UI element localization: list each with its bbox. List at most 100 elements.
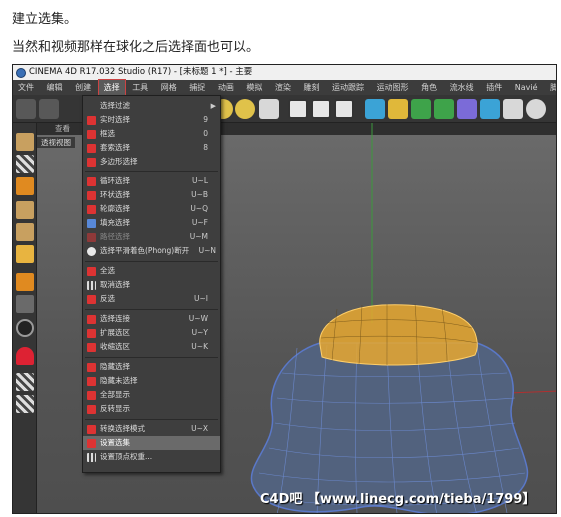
model-mode-icon[interactable] bbox=[16, 155, 34, 173]
menu-item-grow-selection[interactable]: 扩展选区 U~Y bbox=[83, 326, 220, 340]
light-icon[interactable] bbox=[526, 99, 546, 119]
snap-magnet-icon[interactable] bbox=[16, 347, 34, 365]
menu-navie[interactable]: Navié bbox=[510, 80, 543, 95]
menu-motion-tracking[interactable]: 运动跟踪 bbox=[327, 80, 369, 95]
menu-item-phong-break[interactable]: 选择平滑着色(Phong)断开 U~N bbox=[83, 244, 220, 258]
menu-item-label: 套索选择 bbox=[100, 143, 130, 152]
menu-item-polygon-select[interactable]: 多边形选择 bbox=[83, 155, 220, 169]
undo-icon[interactable] bbox=[16, 99, 36, 119]
menu-item-label: 隐藏未选择 bbox=[100, 376, 138, 385]
menu-render[interactable]: 渲染 bbox=[270, 80, 296, 95]
polygons-mode-icon[interactable] bbox=[16, 245, 34, 263]
render-picture-viewer-icon[interactable] bbox=[311, 99, 331, 119]
caption-line-1: 建立选集。 bbox=[12, 12, 78, 27]
menu-item-rectangle-select[interactable]: 框选 0 bbox=[83, 127, 220, 141]
menu-item-select-connected[interactable]: 选择连接 U~W bbox=[83, 312, 220, 326]
menu-item-invert-visibility[interactable]: 反转显示 bbox=[83, 402, 220, 416]
menu-pipeline[interactable]: 流水线 bbox=[445, 80, 479, 95]
menu-item-label: 轮廓选择 bbox=[100, 204, 130, 213]
menu-item-hide-selected[interactable]: 隐藏选择 bbox=[83, 360, 220, 374]
menu-item-shortcut: U~K bbox=[191, 342, 208, 351]
menu-item-label: 反转显示 bbox=[100, 404, 130, 413]
set-selection-icon bbox=[87, 439, 96, 448]
menu-item-label: 环状选择 bbox=[100, 190, 130, 199]
menu-item-convert-selection[interactable]: 转换选择模式 U~X bbox=[83, 422, 220, 436]
floor-icon[interactable] bbox=[480, 99, 500, 119]
menu-item-shrink-selection[interactable]: 收缩选区 U~K bbox=[83, 340, 220, 354]
cinema4d-screenshot: CINEMA 4D R17.032 Studio (R17) - [未标题 1 … bbox=[12, 64, 557, 514]
redo-icon[interactable] bbox=[39, 99, 59, 119]
menu-divider bbox=[85, 309, 218, 310]
menu-select[interactable]: 选择 bbox=[97, 79, 126, 96]
menu-item-shortcut: U~Q bbox=[190, 204, 208, 213]
menu-item-live-select[interactable]: 实时选择 9 bbox=[83, 113, 220, 127]
menu-plugins[interactable]: 插件 bbox=[481, 80, 507, 95]
array-icon[interactable] bbox=[434, 99, 454, 119]
menu-item-label: 设置选集 bbox=[100, 438, 130, 447]
menu-item-path-select[interactable]: 路径选择 U~M bbox=[83, 230, 220, 244]
grow-select-icon bbox=[87, 329, 96, 338]
menu-tools[interactable]: 工具 bbox=[127, 80, 153, 95]
menu-item-set-selection[interactable]: 设置选集 bbox=[83, 436, 220, 450]
texture-mode-icon[interactable] bbox=[16, 177, 34, 195]
menu-item-shortcut: 9 bbox=[203, 115, 208, 124]
menu-item-deselect-all[interactable]: 取消选择 bbox=[83, 278, 220, 292]
locked-workplane-icon[interactable] bbox=[16, 395, 34, 413]
ring-select-icon bbox=[87, 191, 96, 200]
coordinate-system-icon[interactable] bbox=[259, 99, 279, 119]
menu-item-label: 实时选择 bbox=[100, 115, 130, 124]
menubar: 文件 编辑 创建 选择 工具 网格 捕捉 动画 模拟 渲染 雕刻 运动跟踪 运动… bbox=[13, 79, 556, 96]
menu-item-hide-unselected[interactable]: 隐藏未选择 bbox=[83, 374, 220, 388]
menu-item-selection-filter[interactable]: 选择过滤 ▶ bbox=[83, 99, 220, 113]
make-editable-icon[interactable] bbox=[16, 133, 34, 151]
menu-item-shortcut: U~L bbox=[192, 176, 208, 185]
hide-selected-icon bbox=[87, 363, 96, 372]
deformer-icon[interactable] bbox=[457, 99, 477, 119]
menu-item-label: 设置顶点权重... bbox=[100, 452, 153, 461]
rotate-z-icon[interactable] bbox=[235, 99, 255, 119]
menu-simulate[interactable]: 模拟 bbox=[241, 80, 267, 95]
menu-item-unhide-all[interactable]: 全部显示 bbox=[83, 388, 220, 402]
edges-mode-icon[interactable] bbox=[16, 223, 34, 241]
menu-item-loop-select[interactable]: 循环选择 U~L bbox=[83, 174, 220, 188]
menu-mograph[interactable]: 运动图形 bbox=[372, 80, 414, 95]
menu-item-invert[interactable]: 反选 U~I bbox=[83, 292, 220, 306]
render-view-icon[interactable] bbox=[288, 99, 308, 119]
caption-line-2: 当然和视频那样在球化之后选择面也可以。 bbox=[12, 40, 260, 55]
menu-file[interactable]: 文件 bbox=[13, 80, 39, 95]
menu-animate[interactable]: 动画 bbox=[213, 80, 239, 95]
tweak-mode-icon[interactable] bbox=[16, 295, 34, 313]
menu-mesh[interactable]: 网格 bbox=[156, 80, 182, 95]
unhide-all-icon bbox=[87, 391, 96, 400]
render-settings-icon[interactable] bbox=[334, 99, 354, 119]
axis-mode-icon[interactable] bbox=[16, 273, 34, 291]
solo-mode-icon[interactable] bbox=[16, 319, 34, 337]
menu-item-label: 收缩选区 bbox=[100, 342, 130, 351]
pen-spline-icon[interactable] bbox=[388, 99, 408, 119]
loop-select-icon bbox=[87, 177, 96, 186]
points-mode-icon[interactable] bbox=[16, 201, 34, 219]
menu-item-shortcut: U~M bbox=[189, 232, 208, 241]
menu-item-label: 扩展选区 bbox=[100, 328, 130, 337]
menu-item-ring-select[interactable]: 环状选择 U~B bbox=[83, 188, 220, 202]
menu-item-lasso-select[interactable]: 套索选择 8 bbox=[83, 141, 220, 155]
camera-icon[interactable] bbox=[503, 99, 523, 119]
menu-character[interactable]: 角色 bbox=[416, 80, 442, 95]
cube-object-icon[interactable] bbox=[365, 99, 385, 119]
menu-snap[interactable]: 捕捉 bbox=[184, 80, 210, 95]
menu-item-select-all[interactable]: 全选 bbox=[83, 264, 220, 278]
workplane-icon[interactable] bbox=[16, 373, 34, 391]
menu-item-label: 选择平滑着色(Phong)断开 bbox=[100, 246, 190, 255]
menu-item-fill-select[interactable]: 填充选择 U~F bbox=[83, 216, 220, 230]
menu-sculpt[interactable]: 雕刻 bbox=[298, 80, 324, 95]
menu-script[interactable]: 脚本 bbox=[545, 80, 556, 95]
live-select-icon bbox=[87, 116, 96, 125]
invert-visibility-icon bbox=[87, 405, 96, 414]
window-title: CINEMA 4D R17.032 Studio (R17) - [未标题 1 … bbox=[29, 67, 253, 77]
menu-edit[interactable]: 编辑 bbox=[42, 80, 68, 95]
menu-item-set-vertex-weight[interactable]: 设置顶点权重... bbox=[83, 450, 220, 464]
subdivision-surface-icon[interactable] bbox=[411, 99, 431, 119]
menu-item-outline-select[interactable]: 轮廓选择 U~Q bbox=[83, 202, 220, 216]
menu-create[interactable]: 创建 bbox=[70, 80, 96, 95]
menu-item-label: 选择连接 bbox=[100, 314, 130, 323]
